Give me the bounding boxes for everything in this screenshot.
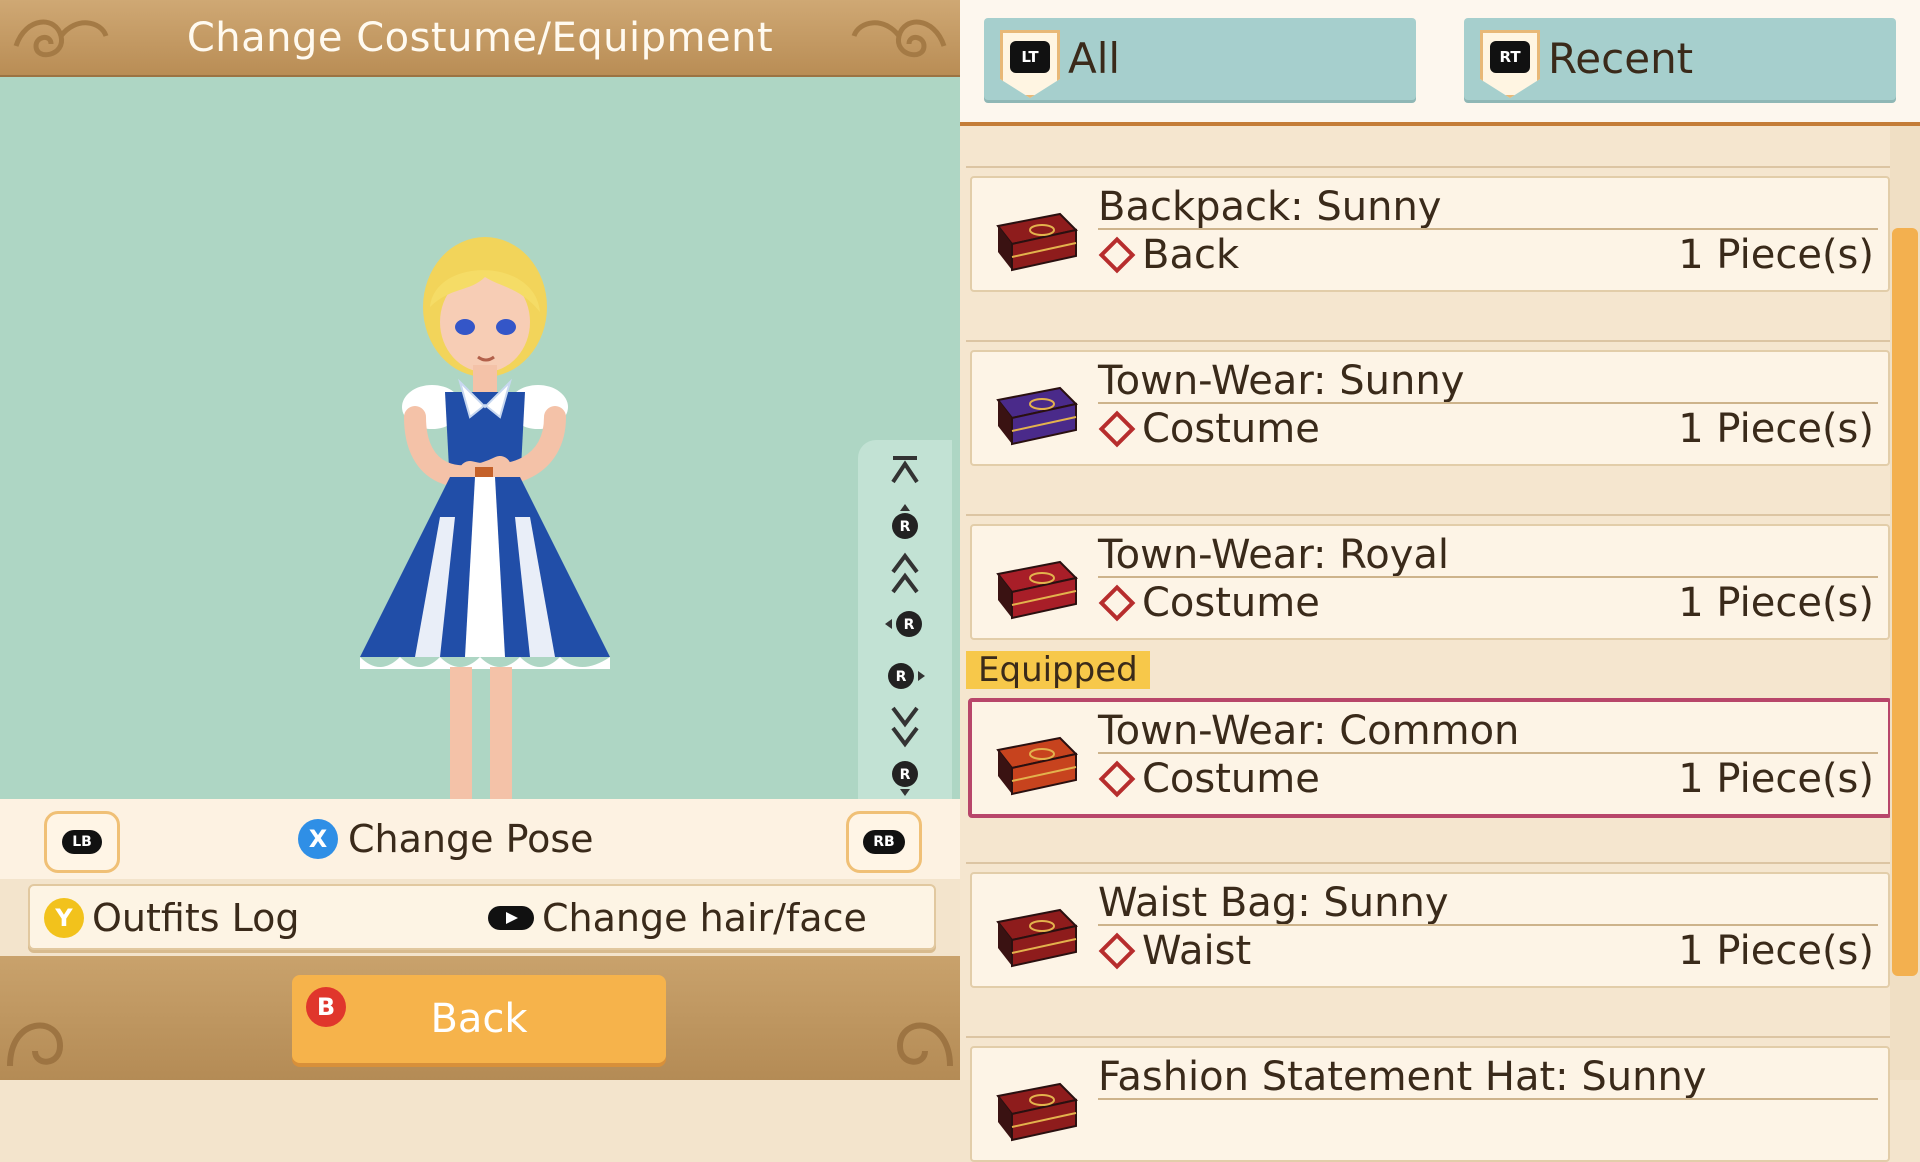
change-hair-face-label: Change hair/face bbox=[542, 896, 867, 940]
svg-text:R: R bbox=[900, 519, 911, 535]
svg-text:R: R bbox=[900, 767, 911, 783]
item-name: Town-Wear: Sunny bbox=[1098, 358, 1465, 404]
item-row[interactable]: Backpack: Sunny Back 1 Piece(s) bbox=[970, 176, 1890, 292]
item-row[interactable]: Town-Wear: Royal Costume 1 Piece(s) bbox=[970, 524, 1890, 640]
item-row[interactable]: Town-Wear: Common Costume 1 Piece(s) bbox=[968, 698, 1892, 818]
rb-button[interactable]: RB bbox=[846, 811, 922, 873]
diamond-icon bbox=[1098, 410, 1136, 448]
orange-chest-icon bbox=[996, 736, 1079, 796]
item-category: Costume bbox=[1098, 580, 1320, 626]
change-pose-label: Change Pose bbox=[348, 817, 594, 861]
item-name: Waist Bag: Sunny bbox=[1098, 880, 1449, 926]
item-category: Back bbox=[1098, 232, 1239, 278]
back-label: Back bbox=[430, 996, 528, 1042]
stick-down-icon[interactable]: R bbox=[858, 754, 952, 802]
scroll-ornament-icon bbox=[7, 1022, 64, 1067]
lb-label: LB bbox=[62, 830, 102, 854]
svg-text:R: R bbox=[904, 617, 915, 633]
zoom-top-icon[interactable] bbox=[858, 448, 952, 496]
hat-icon bbox=[996, 1082, 1079, 1142]
move-up-icon[interactable] bbox=[858, 550, 952, 598]
b-button-icon: B bbox=[306, 987, 346, 1027]
item-quantity: 1 Piece(s) bbox=[1678, 406, 1874, 452]
item-quantity: 1 Piece(s) bbox=[1678, 756, 1874, 802]
character-model[interactable] bbox=[320, 217, 640, 857]
diamond-icon bbox=[1098, 760, 1136, 798]
back-button[interactable]: B Back bbox=[292, 975, 666, 1063]
item-name: Town-Wear: Royal bbox=[1098, 532, 1450, 578]
scrollbar-thumb[interactable] bbox=[1892, 228, 1918, 976]
stick-left-icon[interactable]: R bbox=[858, 600, 952, 648]
item-row[interactable]: Fashion Statement Hat: Sunny bbox=[970, 1046, 1890, 1162]
item-name: Fashion Statement Hat: Sunny bbox=[1098, 1054, 1707, 1100]
tab-all[interactable]: LT All bbox=[984, 18, 1416, 100]
title-bar: Change Costume/Equipment bbox=[0, 0, 960, 77]
x-button-icon: X bbox=[298, 819, 338, 859]
item-name: Town-Wear: Common bbox=[1098, 708, 1520, 754]
red-chest-icon bbox=[996, 560, 1079, 620]
item-quantity: 1 Piece(s) bbox=[1678, 928, 1874, 974]
lb-button[interactable]: LB bbox=[44, 811, 120, 873]
item-quantity: 1 Piece(s) bbox=[1678, 580, 1874, 626]
item-quantity: 1 Piece(s) bbox=[1678, 232, 1874, 278]
item-row[interactable]: Waist Bag: Sunny Waist 1 Piece(s) bbox=[970, 872, 1890, 988]
change-pose-button[interactable]: X Change Pose bbox=[298, 817, 594, 861]
purple-chest-icon bbox=[996, 386, 1079, 446]
tab-recent-label: Recent bbox=[1548, 34, 1694, 83]
pose-bar: LB X Change Pose RB bbox=[0, 799, 960, 879]
preview-panel: Change Costume/Equipment R R R R LB X Ch… bbox=[0, 0, 960, 1080]
svg-text:R: R bbox=[896, 669, 907, 685]
lt-button-icon: LT bbox=[1000, 30, 1060, 98]
diamond-icon bbox=[1098, 584, 1136, 622]
scroll-ornament-icon bbox=[851, 19, 947, 58]
stick-right-icon[interactable]: R bbox=[858, 652, 952, 700]
change-hair-face-button[interactable]: Change hair/face bbox=[488, 896, 867, 940]
rb-label: RB bbox=[863, 830, 905, 854]
item-category: Costume bbox=[1098, 756, 1320, 802]
waist-bag-icon bbox=[996, 908, 1079, 968]
item-category: Costume bbox=[1098, 406, 1320, 452]
item-category: Waist bbox=[1098, 928, 1251, 974]
outfits-log-label: Outfits Log bbox=[92, 896, 300, 940]
rt-button-icon: RT bbox=[1480, 30, 1540, 98]
item-name: Backpack: Sunny bbox=[1098, 184, 1442, 230]
info-bar: Y Outfits Log Change hair/face bbox=[28, 884, 936, 950]
backpack-icon bbox=[996, 212, 1079, 272]
page-title: Change Costume/Equipment bbox=[186, 14, 774, 61]
item-panel: LT All RT Recent Backpack: Sunny Back 1 Pi… bbox=[960, 0, 1920, 1162]
equipped-badge: Equipped bbox=[966, 651, 1150, 689]
character-viewport[interactable]: R R R R bbox=[0, 77, 960, 872]
item-row[interactable]: Town-Wear: Sunny Costume 1 Piece(s) bbox=[970, 350, 1890, 466]
scroll-ornament-icon bbox=[13, 19, 109, 58]
diamond-icon bbox=[1098, 236, 1136, 274]
y-button-icon: Y bbox=[44, 898, 84, 938]
stick-up-icon[interactable]: R bbox=[858, 498, 952, 546]
diamond-icon bbox=[1098, 932, 1136, 970]
right-stick-press-icon bbox=[488, 906, 534, 930]
outfits-log-button[interactable]: Y Outfits Log bbox=[44, 896, 299, 940]
filter-tabs: LT All RT Recent bbox=[960, 0, 1920, 126]
move-down-icon[interactable] bbox=[858, 702, 952, 750]
tab-recent[interactable]: RT Recent bbox=[1464, 18, 1896, 100]
scroll-ornament-icon bbox=[896, 1022, 953, 1067]
tab-all-label: All bbox=[1068, 34, 1121, 83]
